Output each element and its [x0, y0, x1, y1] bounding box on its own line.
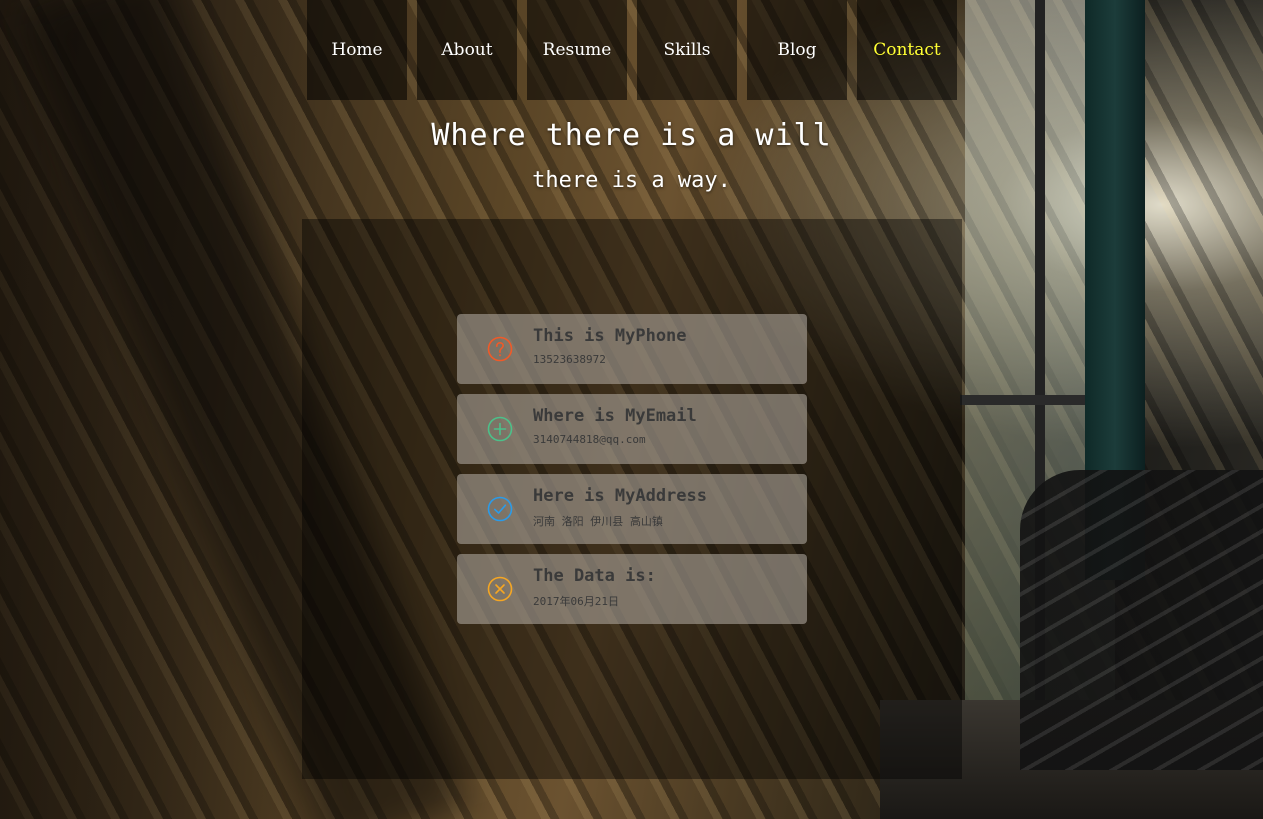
contact-card-title: Here is MyAddress [533, 486, 707, 506]
nav-item-about[interactable]: About [417, 0, 517, 100]
plus-circle-icon [487, 416, 513, 442]
phone-number: 13523638972 [533, 353, 606, 366]
contact-panel: This is MyPhone 13523638972 Where is MyE… [302, 219, 962, 779]
x-circle-icon [487, 576, 513, 602]
nav-item-home[interactable]: Home [307, 0, 407, 100]
contact-card-title: Where is MyEmail [533, 406, 697, 426]
nav-item-contact[interactable]: Contact [857, 0, 957, 100]
question-circle-icon [487, 336, 513, 362]
nav-item-skills[interactable]: Skills [637, 0, 737, 100]
date-value: 2017年06月21日 [533, 595, 619, 608]
background-window-crossbar [960, 395, 1100, 405]
background-curtain [1085, 0, 1145, 580]
main-nav: Home About Resume Skills Blog Contact [307, 0, 957, 100]
email-address: 3140744818@qq.com [533, 433, 646, 446]
contact-card-title: The Data is: [533, 566, 656, 586]
postal-address: 河南 洛阳 伊川县 高山镇 [533, 515, 663, 528]
contact-card-phone[interactable]: This is MyPhone 13523638972 [457, 314, 807, 384]
contact-card-title: This is MyPhone [533, 326, 687, 346]
nav-item-resume[interactable]: Resume [527, 0, 627, 100]
page-subheadline: there is a way. [532, 168, 731, 193]
contact-card-address[interactable]: Here is MyAddress 河南 洛阳 伊川县 高山镇 [457, 474, 807, 544]
page-headline: Where there is a will [431, 118, 832, 153]
check-circle-icon [487, 496, 513, 522]
contact-card-date[interactable]: The Data is: 2017年06月21日 [457, 554, 807, 624]
nav-item-blog[interactable]: Blog [747, 0, 847, 100]
background-window [965, 0, 1115, 700]
background-window-frame [1035, 0, 1045, 720]
background-seats [1020, 470, 1263, 770]
contact-card-list: This is MyPhone 13523638972 Where is MyE… [457, 314, 807, 624]
contact-card-email[interactable]: Where is MyEmail 3140744818@qq.com [457, 394, 807, 464]
